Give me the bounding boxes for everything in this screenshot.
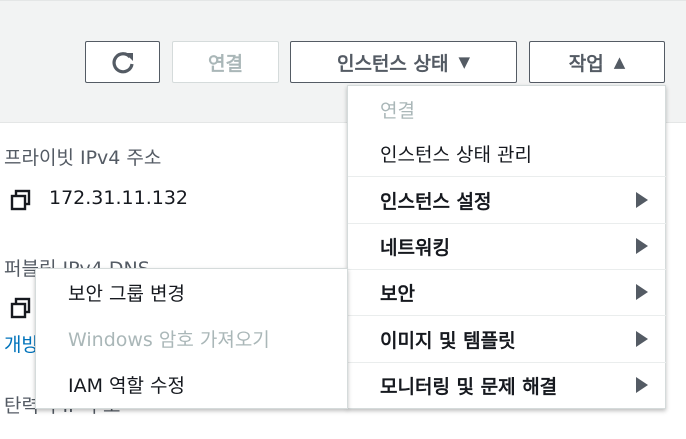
- submenu-item-label: 보안 그룹 변경: [68, 282, 185, 305]
- instance-state-button[interactable]: 인스턴스 상태 ▼: [290, 41, 517, 83]
- caret-right-icon: [636, 192, 648, 208]
- copy-icon[interactable]: [10, 297, 32, 323]
- menu-item-label: 네트워킹: [380, 236, 450, 259]
- security-submenu: 보안 그룹 변경 Windows 암호 가져오기 IAM 역할 수정: [35, 268, 348, 409]
- menu-item-label: 보안: [380, 282, 415, 305]
- open-address-link[interactable]: 개방: [4, 330, 39, 357]
- caret-right-icon: [636, 284, 648, 300]
- caret-up-icon: ▲: [613, 53, 626, 71]
- menu-item-instance-settings[interactable]: 인스턴스 설정: [348, 177, 666, 223]
- submenu-item-label: IAM 역할 수정: [68, 374, 185, 397]
- private-ip-label: 프라이빗 IPv4 주소: [4, 147, 162, 169]
- caret-down-icon: ▼: [458, 53, 471, 71]
- actions-button[interactable]: 작업 ▲: [529, 41, 665, 83]
- copy-icon[interactable]: [10, 189, 32, 215]
- menu-item-images-templates[interactable]: 이미지 및 템플릿: [348, 316, 666, 362]
- submenu-item-label: Windows 암호 가져오기: [68, 328, 270, 351]
- menu-item-label: 이미지 및 템플릿: [380, 329, 516, 352]
- caret-right-icon: [636, 377, 648, 393]
- caret-right-icon: [636, 331, 648, 347]
- menu-item-security[interactable]: 보안: [348, 269, 666, 315]
- actions-label: 작업: [568, 52, 604, 75]
- menu-item-monitor-troubleshoot[interactable]: 모니터링 및 문제 해결: [348, 362, 666, 408]
- submenu-item-get-windows-password[interactable]: Windows 암호 가져오기: [36, 315, 347, 361]
- submenu-item-change-security-groups[interactable]: 보안 그룹 변경: [36, 269, 347, 315]
- menu-item-networking[interactable]: 네트워킹: [348, 223, 666, 269]
- actions-menu: 연결 인스턴스 상태 관리 인스턴스 설정 네트워킹 보안 이미지 및 템플릿 …: [347, 85, 666, 409]
- refresh-icon: [111, 52, 134, 74]
- menu-item-connect[interactable]: 연결: [348, 86, 666, 132]
- instance-state-label: 인스턴스 상태: [336, 52, 449, 75]
- menu-item-label: 인스턴스 상태 관리: [380, 143, 532, 166]
- menu-item-label: 모니터링 및 문제 해결: [380, 375, 558, 398]
- menu-item-label: 연결: [380, 99, 415, 122]
- connect-button-label: 연결: [208, 52, 243, 75]
- submenu-item-modify-iam-role[interactable]: IAM 역할 수정: [36, 361, 347, 407]
- menu-item-manage-instance-state[interactable]: 인스턴스 상태 관리: [348, 130, 666, 176]
- caret-right-icon: [636, 238, 648, 254]
- menu-item-label: 인스턴스 설정: [380, 190, 492, 213]
- private-ip-value: 172.31.11.132: [49, 187, 189, 209]
- refresh-button[interactable]: [85, 41, 160, 83]
- connect-button[interactable]: 연결: [172, 41, 279, 83]
